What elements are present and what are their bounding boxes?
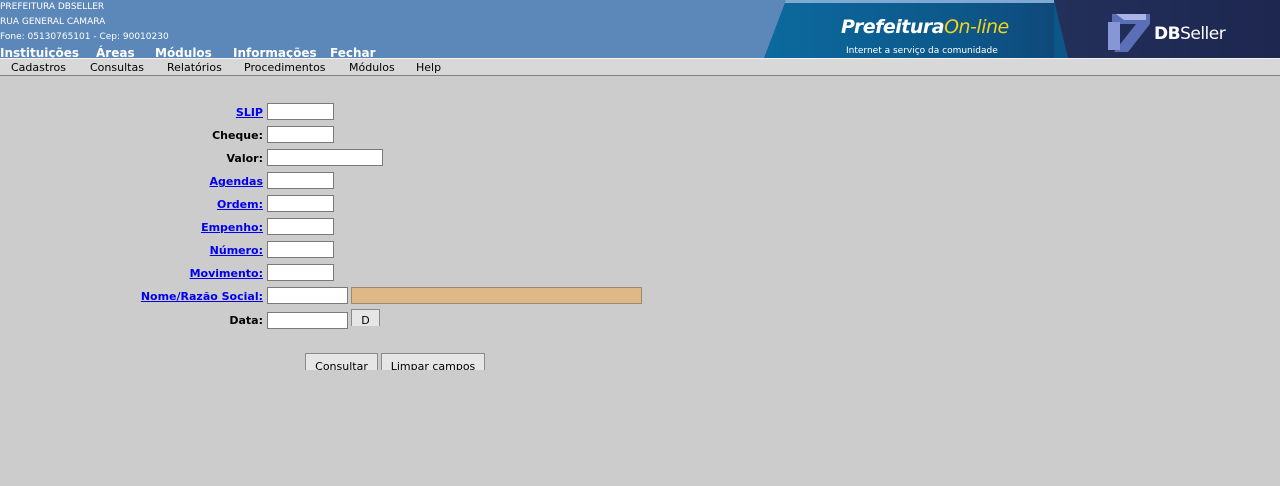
slip-link[interactable]: SLIP	[236, 106, 263, 119]
nome-code-input[interactable]	[267, 287, 348, 304]
movimento-link[interactable]: Movimento:	[190, 267, 263, 280]
consultar-button[interactable]: Consultar	[305, 353, 378, 370]
nav-fechar[interactable]: Fechar	[330, 46, 376, 58]
org-info: PREFEITURA DBSELLER RUA GENERAL CAMARA F…	[0, 0, 169, 45]
prefeitura-online-banner: PrefeituraOn-line Internet a serviço da …	[764, 0, 1280, 58]
nav-areas[interactable]: Áreas	[96, 46, 135, 58]
valor-input[interactable]	[267, 149, 383, 166]
menu-procedimentos[interactable]: Procedimentos	[244, 61, 326, 74]
cheque-label: Cheque:	[212, 129, 263, 142]
numero-input[interactable]	[267, 241, 334, 258]
menu-relatorios[interactable]: Relatórios	[167, 61, 222, 74]
movimento-input[interactable]	[267, 264, 334, 281]
agendas-link[interactable]: Agendas	[209, 175, 263, 188]
menu-help[interactable]: Help	[416, 61, 441, 74]
org-name: PREFEITURA DBSELLER	[0, 2, 105, 12]
ordem-link[interactable]: Ordem:	[217, 198, 263, 211]
date-picker-button[interactable]: D	[351, 309, 380, 326]
cheque-input[interactable]	[267, 126, 334, 143]
ordem-input[interactable]	[267, 195, 334, 212]
dbseller-logo-icon	[1108, 14, 1150, 52]
dbseller-logo: DBSeller	[1154, 24, 1226, 44]
menu-consultas[interactable]: Consultas	[90, 61, 144, 74]
header: PREFEITURA DBSELLER RUA GENERAL CAMARA F…	[0, 0, 1280, 58]
menu-modulos[interactable]: Módulos	[349, 61, 395, 74]
org-contact: Fone: 05130765101 - Cep: 90010230	[0, 32, 169, 42]
data-input[interactable]	[267, 312, 348, 329]
numero-link[interactable]: Número:	[210, 244, 263, 257]
slip-input[interactable]	[267, 103, 334, 120]
empenho-link[interactable]: Empenho:	[201, 221, 263, 234]
brand-accent: On-line	[944, 16, 1009, 38]
valor-label: Valor:	[226, 152, 264, 165]
nome-razao-social-link[interactable]: Nome/Razão Social:	[141, 290, 263, 303]
empenho-input[interactable]	[267, 218, 334, 235]
org-address: RUA GENERAL CAMARA	[0, 17, 106, 27]
agendas-input[interactable]	[267, 172, 334, 189]
limpar-campos-button[interactable]: Limpar campos	[381, 353, 485, 370]
nav-modulos[interactable]: Módulos	[155, 46, 212, 58]
menu-bar: Cadastros Consultas Relatórios Procedime…	[0, 58, 1280, 76]
data-label: Data:	[229, 314, 263, 327]
nav-instituicoes[interactable]: Instituições	[0, 46, 79, 58]
nav-informacoes[interactable]: Informações	[233, 46, 317, 58]
nome-razao-social-display	[351, 287, 642, 304]
brand-main: Prefeitura	[841, 16, 945, 38]
brand-tagline: Internet a serviço da comunidade	[846, 46, 998, 56]
prefeitura-online-logo: PrefeituraOn-line	[841, 16, 1009, 38]
menu-cadastros[interactable]: Cadastros	[11, 61, 66, 74]
